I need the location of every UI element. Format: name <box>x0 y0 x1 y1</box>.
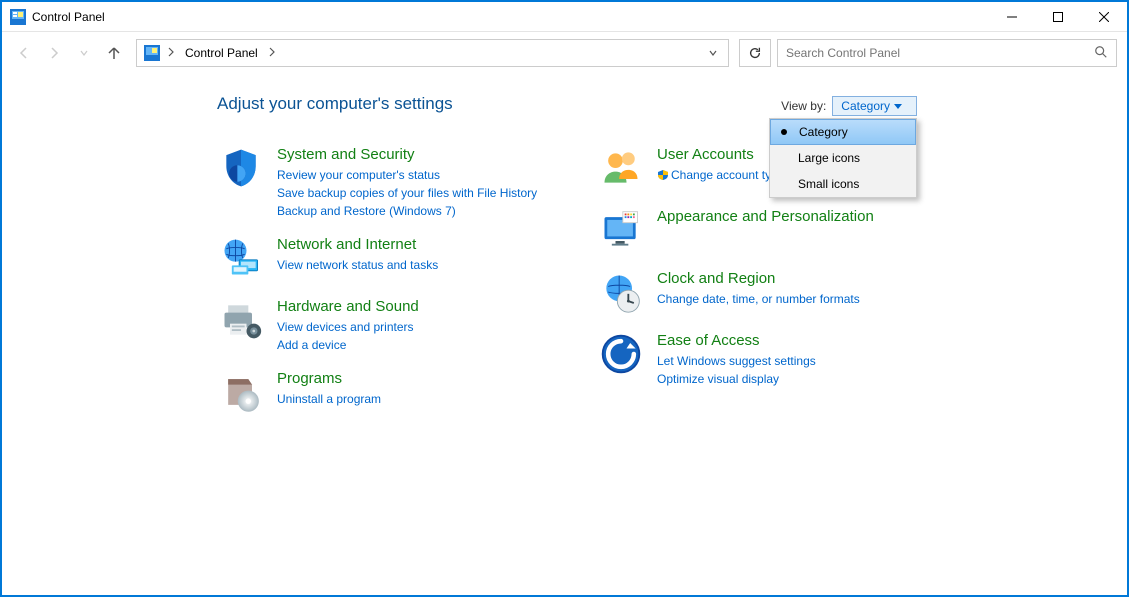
minimize-button[interactable] <box>989 2 1035 32</box>
nav-up-button[interactable] <box>102 41 126 65</box>
view-by-dropdown-button[interactable]: Category <box>832 96 917 116</box>
navbar: Control Panel <box>2 32 1127 74</box>
category-sublink[interactable]: Uninstall a program <box>277 390 381 408</box>
recent-locations-chevron-icon[interactable] <box>72 41 96 65</box>
control-panel-location-icon <box>143 44 161 62</box>
category-title-link[interactable]: System and Security <box>277 146 537 163</box>
category-ease-of-access: Ease of Access Let Windows suggest setti… <box>597 330 977 388</box>
refresh-button[interactable] <box>739 39 771 67</box>
globe-network-icon <box>217 234 265 282</box>
search-input[interactable] <box>786 46 1086 60</box>
titlebar: Control Panel <box>2 2 1127 32</box>
category-title-link[interactable]: Appearance and Personalization <box>657 208 874 225</box>
close-button[interactable] <box>1081 2 1127 32</box>
box-disc-icon <box>217 368 265 416</box>
view-by-option-large-icons[interactable]: Large icons <box>770 145 916 171</box>
printer-icon <box>217 296 265 344</box>
category-sublink[interactable]: View network status and tasks <box>277 256 438 274</box>
category-programs: Programs Uninstall a program <box>217 368 557 416</box>
category-title-link[interactable]: User Accounts <box>657 146 784 163</box>
category-title-link[interactable]: Programs <box>277 370 381 387</box>
search-icon[interactable] <box>1094 45 1108 62</box>
category-title-link[interactable]: Network and Internet <box>277 236 438 253</box>
category-title-link[interactable]: Clock and Region <box>657 270 860 287</box>
ease-of-access-icon <box>597 330 645 378</box>
users-icon <box>597 144 645 192</box>
control-panel-app-icon <box>10 9 26 25</box>
breadcrumb-chevron-icon[interactable] <box>268 46 276 60</box>
shield-icon <box>217 144 265 192</box>
content-area: Adjust your computer's settings View by:… <box>2 74 1127 430</box>
view-by-label: View by: <box>781 99 826 113</box>
page-title: Adjust your computer's settings <box>217 94 453 114</box>
category-network-internet: Network and Internet View network status… <box>217 234 557 282</box>
category-sublink[interactable]: Change date, time, or number formats <box>657 290 860 308</box>
uac-shield-icon <box>657 169 669 181</box>
view-by-control: View by: Category <box>781 96 917 116</box>
breadcrumb-chevron-icon[interactable] <box>167 46 175 60</box>
breadcrumb[interactable]: Control Panel <box>181 44 262 62</box>
search-box[interactable] <box>777 39 1117 67</box>
view-by-option-category[interactable]: Category <box>770 119 916 145</box>
category-sublink[interactable]: Change account type <box>657 166 784 184</box>
category-sublink[interactable]: Add a device <box>277 336 419 354</box>
category-sublink[interactable]: Backup and Restore (Windows 7) <box>277 202 537 220</box>
category-sublink[interactable]: Optimize visual display <box>657 370 816 388</box>
category-sublink[interactable]: Let Windows suggest settings <box>657 352 816 370</box>
selected-bullet-icon <box>781 129 787 135</box>
monitor-appearance-icon <box>597 206 645 254</box>
globe-clock-icon <box>597 268 645 316</box>
category-sublink[interactable]: Review your computer's status <box>277 166 537 184</box>
nav-back-button[interactable] <box>12 41 36 65</box>
category-title-link[interactable]: Ease of Access <box>657 332 816 349</box>
category-title-link[interactable]: Hardware and Sound <box>277 298 419 315</box>
category-column-left: System and Security Review your computer… <box>217 144 557 430</box>
maximize-button[interactable] <box>1035 2 1081 32</box>
window-title: Control Panel <box>32 10 105 24</box>
address-bar[interactable]: Control Panel <box>136 39 729 67</box>
nav-forward-button[interactable] <box>42 41 66 65</box>
category-sublink[interactable]: View devices and printers <box>277 318 419 336</box>
category-system-security: System and Security Review your computer… <box>217 144 557 220</box>
address-history-chevron-icon[interactable] <box>702 40 724 66</box>
category-appearance: Appearance and Personalization <box>597 206 977 254</box>
dropdown-triangle-icon <box>894 99 902 113</box>
view-by-dropdown-menu: Category Large icons Small icons <box>769 118 917 198</box>
category-clock-region: Clock and Region Change date, time, or n… <box>597 268 977 316</box>
category-sublink[interactable]: Save backup copies of your files with Fi… <box>277 184 537 202</box>
view-by-option-small-icons[interactable]: Small icons <box>770 171 916 197</box>
category-hardware-sound: Hardware and Sound View devices and prin… <box>217 296 557 354</box>
